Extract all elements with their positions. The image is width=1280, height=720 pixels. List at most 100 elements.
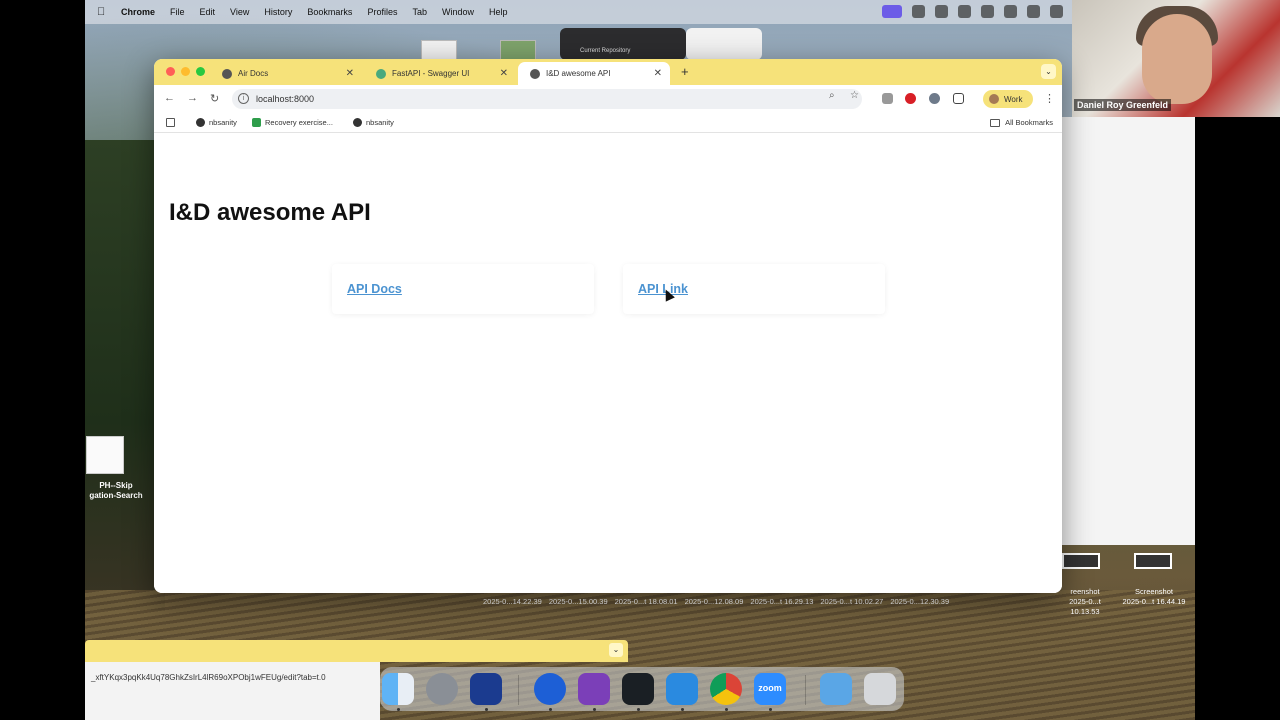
bookmark-star-icon[interactable]: ☆ — [850, 90, 859, 101]
zoom-lens-icon[interactable]: ⌕ — [829, 90, 835, 101]
screenshot-date[interactable]: 2025-0...12.30.39 — [890, 597, 949, 606]
screenshot-label-line: 2025-0...t 10.13.53 — [1069, 597, 1101, 616]
running-indicator — [769, 708, 772, 711]
running-indicator — [725, 708, 728, 711]
bookmark-label: nbsanity — [366, 118, 394, 127]
forward-button[interactable]: → — [187, 92, 198, 104]
menu-window[interactable]: Window — [442, 7, 474, 17]
minimize-window-button[interactable] — [181, 67, 190, 76]
clipboard-icon[interactable] — [981, 5, 994, 18]
all-bookmarks-button[interactable]: All Bookmarks — [990, 118, 1053, 127]
screenshot-label-line: 2025-0...t 16.44.19 — [1122, 597, 1186, 606]
moon-icon[interactable] — [1004, 5, 1017, 18]
address-bar[interactable]: i localhost:8000 — [232, 89, 862, 109]
address-bar-url: localhost:8000 — [256, 94, 315, 104]
screen-share-icon[interactable] — [882, 5, 902, 18]
menu-tab[interactable]: Tab — [412, 7, 427, 17]
reload-button[interactable]: ↻ — [210, 92, 219, 105]
bookmark-label: nbsanity — [209, 118, 237, 127]
browser-toolbar: ← → ↻ i localhost:8000 ⌕ ☆ Work ⋮ — [154, 85, 1062, 113]
more-menu-icon[interactable]: ⋮ — [1044, 92, 1055, 105]
menu-app-name[interactable]: Chrome — [121, 7, 155, 17]
bookmark-item[interactable]: nbsanity — [353, 118, 394, 127]
ublock-extension-icon[interactable] — [905, 93, 916, 104]
avatar — [989, 94, 999, 104]
preview-icon[interactable] — [820, 673, 852, 705]
screenshot-label-line: Screenshot — [1135, 587, 1173, 596]
wallpaper-trees — [85, 140, 165, 610]
wifi-icon[interactable] — [1050, 5, 1063, 18]
menu-history[interactable]: History — [264, 7, 292, 17]
video-person — [1142, 14, 1212, 104]
all-bookmarks-label: All Bookmarks — [1005, 118, 1053, 127]
globe-icon — [196, 118, 205, 127]
running-indicator — [681, 708, 684, 711]
screenshot-file-icon[interactable] — [1134, 553, 1172, 569]
trash-icon[interactable] — [864, 673, 896, 705]
camera-extension-icon[interactable] — [882, 93, 893, 104]
system-settings-icon[interactable] — [426, 673, 458, 705]
screenshot-date[interactable]: 2025-0...15.00.39 — [549, 597, 608, 606]
finder-icon[interactable] — [382, 673, 414, 705]
screenshot-dates: 2025-0...14.22.39 2025-0...15.00.39 2025… — [483, 597, 949, 606]
menu-bookmarks[interactable]: Bookmarks — [307, 7, 352, 17]
close-tab-icon[interactable]: ✕ — [346, 68, 354, 79]
tab-label: Air Docs — [238, 69, 269, 78]
screenshot-date[interactable]: 2025-0...12.08.09 — [685, 597, 744, 606]
bookmark-item[interactable]: Recovery exercise... — [252, 118, 333, 127]
stats-icon[interactable] — [912, 5, 925, 18]
side-panel — [1062, 117, 1195, 545]
new-tab-button[interactable]: + — [681, 64, 689, 79]
bookmark-item[interactable]: nbsanity — [196, 118, 237, 127]
status-url-bar: _xftYKqx3pqKk4Uq78GhkZsIrL4lR69oXPObj1wF… — [85, 662, 380, 720]
extension-icon[interactable] — [929, 93, 940, 104]
back-button[interactable]: ← — [164, 92, 175, 104]
status-icons — [882, 5, 1063, 18]
tab-label: I&D awesome API — [546, 69, 611, 78]
chrome-icon[interactable] — [710, 673, 742, 705]
close-window-button[interactable] — [166, 67, 175, 76]
cloud-icon[interactable] — [958, 5, 971, 18]
tab-air-docs[interactable]: Air Docs ✕ — [210, 62, 362, 85]
tab-id-awesome-api[interactable]: I&D awesome API ✕ — [518, 62, 670, 85]
tab-search-button[interactable]: ⌄ — [1041, 64, 1056, 79]
menu-help[interactable]: Help — [489, 7, 508, 17]
bookmark-label: Recovery exercise... — [265, 118, 333, 127]
extension-icon[interactable] — [935, 5, 948, 18]
screenshot-file-icon[interactable] — [1062, 553, 1100, 569]
zoom-window-button[interactable] — [196, 67, 205, 76]
api-link-card: API Link — [623, 264, 885, 314]
apps-grid-icon[interactable] — [166, 118, 175, 127]
screenshot-date[interactable]: 2025-0...14.22.39 — [483, 597, 542, 606]
activity-monitor-icon[interactable] — [622, 673, 654, 705]
chevron-down-icon[interactable]: ⌄ — [609, 643, 623, 657]
background-window: Current Repository — [560, 28, 686, 60]
screenshot-date[interactable]: 2025-0...t 18.08.01 — [615, 597, 678, 606]
battery-icon[interactable] — [1027, 5, 1040, 18]
screenshot-file-label: reenshot 2025-0...t 10.13.53 — [1060, 587, 1110, 617]
menu-view[interactable]: View — [230, 7, 249, 17]
menu-file[interactable]: File — [170, 7, 185, 17]
globe-icon — [530, 68, 540, 79]
close-tab-icon[interactable]: ✕ — [654, 68, 662, 79]
desktop-file-icon[interactable] — [86, 436, 124, 474]
background-window-label: Current Repository — [580, 48, 631, 54]
screen-border — [1195, 117, 1280, 720]
profile-button[interactable]: Work — [983, 90, 1033, 108]
tab-swagger-ui[interactable]: FastAPI - Swagger UI ✕ — [364, 62, 516, 85]
screenshot-date[interactable]: 2025-0...t 16.29.13 — [750, 597, 813, 606]
apple-icon[interactable]:  — [97, 6, 111, 18]
puzzle-icon[interactable] — [953, 93, 964, 104]
zoom-icon[interactable]: zoom — [754, 673, 786, 705]
api-docs-link[interactable]: API Docs — [347, 282, 402, 296]
github-desktop-icon[interactable] — [578, 673, 610, 705]
menu-profiles[interactable]: Profiles — [367, 7, 397, 17]
site-info-icon[interactable]: i — [238, 93, 249, 104]
running-indicator — [485, 708, 488, 711]
1password-icon[interactable] — [534, 673, 566, 705]
screenshot-date[interactable]: 2025-0...t 10.02.27 — [820, 597, 883, 606]
close-tab-icon[interactable]: ✕ — [500, 68, 508, 79]
vscode-icon[interactable] — [666, 673, 698, 705]
menu-edit[interactable]: Edit — [200, 7, 216, 17]
xcode-icon[interactable] — [470, 673, 502, 705]
